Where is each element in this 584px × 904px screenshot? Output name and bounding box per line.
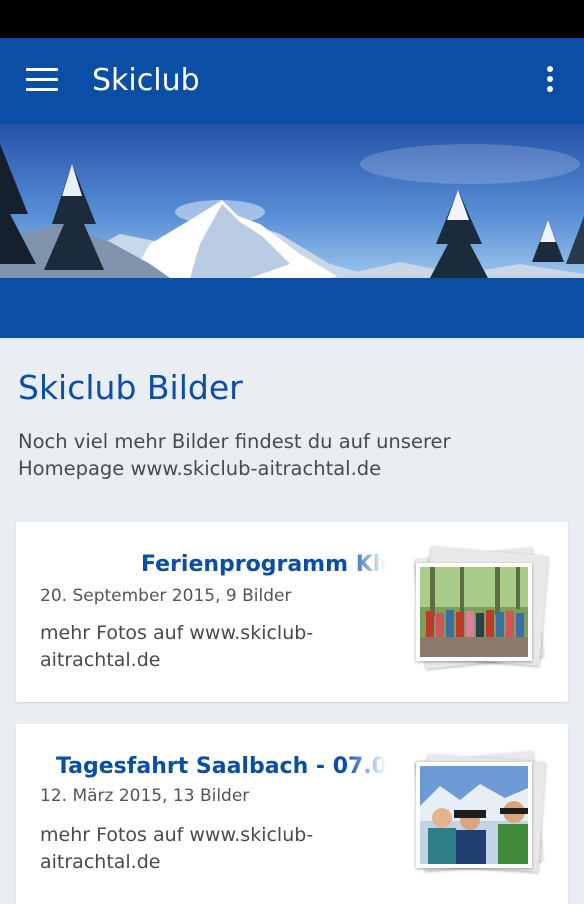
skiers-photo-image xyxy=(420,766,528,864)
album-meta: 20. September 2015, 9 Bilder xyxy=(40,586,292,606)
album-thumbnail xyxy=(415,751,546,882)
status-bar xyxy=(0,0,584,38)
title-fade xyxy=(346,546,386,586)
hamburger-menu-icon[interactable] xyxy=(26,68,58,92)
banner-strip xyxy=(0,278,584,338)
album-thumbnail xyxy=(414,546,549,677)
album-meta: 12. März 2015, 13 Bilder xyxy=(40,786,250,806)
page-description: Noch viel mehr Bilder findest du auf uns… xyxy=(18,430,451,480)
title-fade xyxy=(346,748,386,788)
album-description: mehr Fotos auf www.skiclub- aitrachtal.d… xyxy=(40,824,314,873)
album-card[interactable]: Tagesfahrt Saalbach - 07.03 12. März 201… xyxy=(16,724,568,904)
page-title: Skiclub Bilder xyxy=(18,368,243,407)
app-bar: Skiclub xyxy=(0,38,584,124)
album-title: Tagesfahrt Saalbach - 07.03 xyxy=(56,754,386,779)
app-title: Skiclub xyxy=(92,63,200,98)
more-vert-icon[interactable] xyxy=(540,66,560,96)
header-banner-image xyxy=(0,124,584,278)
album-card[interactable]: Ferienprogramm Klet 20. September 2015, … xyxy=(16,522,568,702)
group-photo-image xyxy=(420,567,528,657)
album-description: mehr Fotos auf www.skiclub- aitrachtal.d… xyxy=(40,622,314,671)
